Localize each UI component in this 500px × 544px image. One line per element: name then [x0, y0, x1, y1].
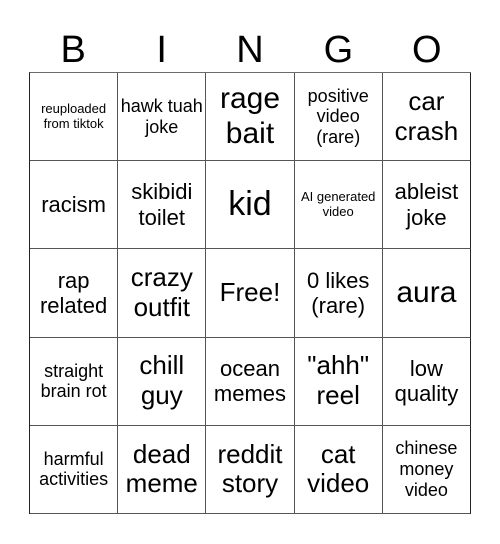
- bingo-cell[interactable]: straight brain rot: [30, 337, 119, 426]
- bingo-cell[interactable]: crazy outfit: [118, 249, 207, 338]
- bingo-cell[interactable]: kid: [206, 161, 295, 250]
- bingo-cell[interactable]: AI generated video: [294, 161, 383, 250]
- bingo-cell[interactable]: ableist joke: [382, 161, 471, 250]
- bingo-free-space[interactable]: Free!: [206, 249, 295, 338]
- bingo-cell[interactable]: racism: [30, 161, 119, 250]
- bingo-cell[interactable]: 0 likes (rare): [294, 249, 383, 338]
- header-letter-n: N: [236, 29, 264, 71]
- bingo-header: B I N G O: [29, 28, 471, 72]
- header-letter-g: G: [323, 29, 354, 71]
- bingo-cell[interactable]: harmful activities: [30, 425, 119, 514]
- bingo-cell[interactable]: "ahh" reel: [294, 337, 383, 426]
- bingo-cell[interactable]: dead meme: [118, 425, 207, 514]
- bingo-cell[interactable]: chill guy: [118, 337, 207, 426]
- header-letter-o: O: [412, 29, 442, 71]
- bingo-cell[interactable]: hawk tuah joke: [118, 73, 207, 162]
- bingo-board: reuploaded from tiktok hawk tuah joke rage…: [29, 72, 471, 514]
- header-letter-b: B: [60, 29, 86, 71]
- bingo-cell[interactable]: reuploaded from tiktok: [30, 73, 119, 162]
- bingo-cell[interactable]: cat video: [294, 425, 383, 514]
- bingo-cell[interactable]: aura: [382, 249, 471, 338]
- bingo-cell[interactable]: low quality: [382, 337, 471, 426]
- bingo-cell[interactable]: car crash: [382, 73, 471, 162]
- bingo-cell[interactable]: rage bait: [206, 73, 295, 162]
- bingo-cell[interactable]: positive video (rare): [294, 73, 383, 162]
- header-letter-i: I: [156, 29, 167, 71]
- bingo-cell[interactable]: rap related: [30, 249, 119, 338]
- bingo-cell[interactable]: chinese money video: [382, 425, 471, 514]
- bingo-cell[interactable]: ocean memes: [206, 337, 295, 426]
- bingo-cell[interactable]: reddit story: [206, 425, 295, 514]
- bingo-cell[interactable]: skibidi toilet: [118, 161, 207, 250]
